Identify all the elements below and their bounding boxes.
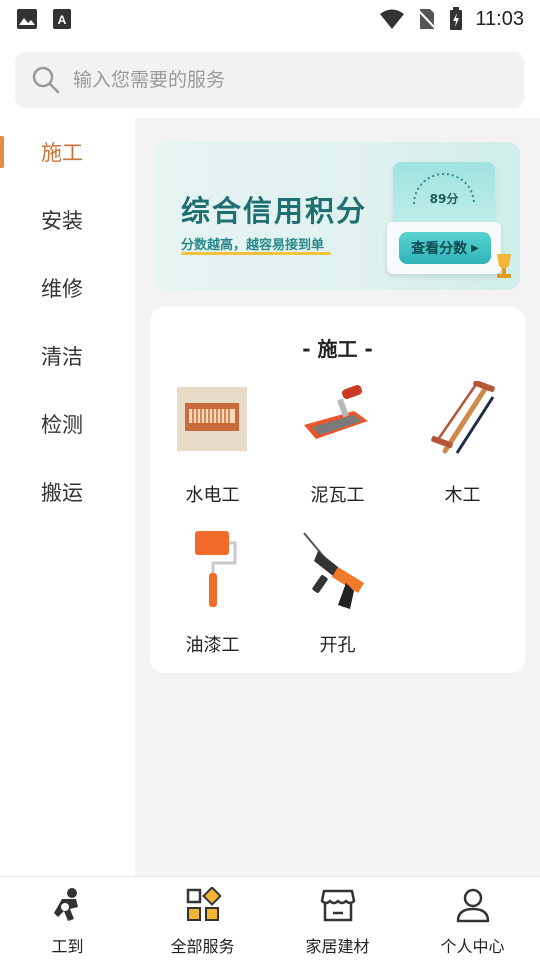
image-icon <box>17 9 37 29</box>
paint-roller-icon <box>195 531 237 607</box>
service-painter[interactable]: 油漆工 <box>150 531 275 671</box>
score-value: 89分 <box>429 192 459 206</box>
nav-item-home-materials[interactable]: 家居建材 <box>270 877 405 960</box>
view-score-label: 查看分数 <box>411 241 468 257</box>
score-envelope: 89分 查看分数 ▶ <box>387 162 501 278</box>
svg-text:A: A <box>58 13 67 27</box>
worker-run-icon <box>53 888 78 921</box>
service-label: 开孔 <box>319 635 356 656</box>
nav-label: 全部服务 <box>170 937 235 956</box>
store-icon <box>320 889 355 922</box>
service-label: 木工 <box>444 485 481 506</box>
sidebar-item-repair[interactable]: 维修 <box>0 254 135 322</box>
service-label: 水电工 <box>185 485 240 506</box>
sidebar-item-cleaning[interactable]: 清洁 <box>0 322 135 390</box>
banner-underline <box>181 252 331 255</box>
status-time: 11:03 <box>475 7 524 30</box>
grid-services-icon <box>186 887 221 921</box>
nav-label: 工到 <box>51 937 84 956</box>
sidebar-item-installation[interactable]: 安装 <box>0 186 135 254</box>
service-mason[interactable]: 泥瓦工 <box>275 381 400 521</box>
search-bar[interactable] <box>15 52 524 108</box>
service-label: 泥瓦工 <box>310 485 365 506</box>
nav-label: 个人中心 <box>440 937 505 956</box>
search-icon <box>32 66 60 94</box>
service-label: 油漆工 <box>185 635 240 656</box>
banner-title: 综合信用积分 <box>181 194 368 228</box>
saw-icon <box>431 381 495 454</box>
wifi-icon <box>380 9 405 29</box>
person-icon <box>456 888 489 923</box>
service-drilling[interactable]: 开孔 <box>275 531 400 671</box>
service-electrician[interactable]: 水电工 <box>150 381 275 521</box>
banner-subtitle: 分数越高，越容易接到单 <box>181 238 325 253</box>
nav-item-home[interactable]: 工到 <box>0 877 135 960</box>
status-bar: A 11:03 <box>0 0 540 38</box>
bottom-nav: 工到 全部服务 家居建材 个人中心 <box>0 876 540 960</box>
trophy-icon <box>497 254 511 278</box>
category-card: - 施工 - 水电工 泥瓦工 木工 油漆工 开孔 <box>150 307 525 673</box>
no-sim-icon <box>417 9 438 30</box>
drill-icon <box>303 532 364 609</box>
nav-item-profile[interactable]: 个人中心 <box>405 877 540 960</box>
category-title: - 施工 - <box>302 337 373 361</box>
credit-score-banner[interactable]: 综合信用积分 分数越高，越容易接到单 89分 查看分数 ▶ <box>155 142 520 290</box>
nav-item-all-services[interactable]: 全部服务 <box>135 877 270 960</box>
trowel-icon <box>304 385 368 439</box>
search-input[interactable] <box>73 69 473 91</box>
main-content: 综合信用积分 分数越高，越容易接到单 89分 查看分数 ▶ - 施工 - 水电工… <box>135 118 540 876</box>
sidebar-item-moving[interactable]: 搬运 <box>0 458 135 526</box>
nav-label: 家居建材 <box>305 937 370 956</box>
category-sidebar: 施工 安装 维修 清洁 检测 搬运 <box>0 118 135 876</box>
battery-charging-icon <box>450 7 463 30</box>
service-carpenter[interactable]: 木工 <box>400 381 525 521</box>
electrical-box-icon <box>177 387 247 451</box>
text-app-icon: A <box>53 9 71 29</box>
arrow-right-icon: ▶ <box>471 242 479 254</box>
sidebar-item-inspection[interactable]: 检测 <box>0 390 135 458</box>
view-score-button[interactable]: 查看分数 ▶ <box>399 232 491 264</box>
sidebar-item-construction[interactable]: 施工 <box>0 118 135 186</box>
